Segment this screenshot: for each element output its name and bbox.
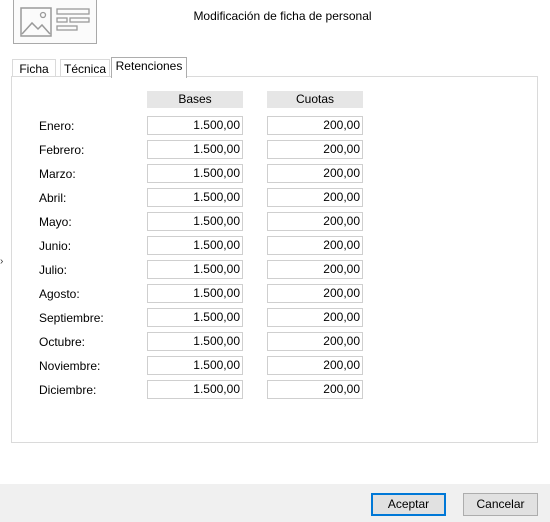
base-input[interactable]: 1.500,00 bbox=[147, 380, 243, 399]
month-label: Agosto: bbox=[39, 287, 80, 301]
month-label: Noviembre: bbox=[39, 359, 101, 373]
month-label: Diciembre: bbox=[39, 383, 97, 397]
base-input[interactable]: 1.500,00 bbox=[147, 308, 243, 327]
cuota-input[interactable]: 200,00 bbox=[267, 164, 363, 183]
base-input[interactable]: 1.500,00 bbox=[147, 284, 243, 303]
window-title: Modificación de ficha de personal bbox=[193, 9, 372, 23]
base-input[interactable]: 1.500,00 bbox=[147, 188, 243, 207]
cuota-input[interactable]: 200,00 bbox=[267, 140, 363, 159]
cuota-input[interactable]: 200,00 bbox=[267, 212, 363, 231]
cuota-input[interactable]: 200,00 bbox=[267, 356, 363, 375]
cuota-input[interactable]: 200,00 bbox=[267, 236, 363, 255]
base-input[interactable]: 1.500,00 bbox=[147, 140, 243, 159]
month-label: Septiembre: bbox=[39, 311, 104, 325]
dialog-footer: Aceptar Cancelar bbox=[0, 484, 550, 522]
tab-ficha[interactable]: Ficha bbox=[12, 59, 56, 77]
cuota-input[interactable]: 200,00 bbox=[267, 188, 363, 207]
month-label: Abril: bbox=[39, 191, 67, 205]
base-input[interactable]: 1.500,00 bbox=[147, 356, 243, 375]
cuota-input[interactable]: 200,00 bbox=[267, 332, 363, 351]
base-input[interactable]: 1.500,00 bbox=[147, 260, 243, 279]
column-header-cuotas: Cuotas bbox=[267, 91, 363, 108]
chevron-right-icon[interactable]: › bbox=[0, 256, 3, 267]
month-label: Febrero: bbox=[39, 143, 85, 157]
tab-retenciones[interactable]: Retenciones bbox=[111, 57, 187, 78]
cancel-button[interactable]: Cancelar bbox=[463, 493, 538, 516]
cuota-input[interactable]: 200,00 bbox=[267, 116, 363, 135]
base-input[interactable]: 1.500,00 bbox=[147, 116, 243, 135]
cuota-input[interactable]: 200,00 bbox=[267, 380, 363, 399]
month-label: Enero: bbox=[39, 119, 75, 133]
tab-tecnica[interactable]: Técnica bbox=[60, 59, 110, 77]
month-label: Julio: bbox=[39, 263, 68, 277]
cuota-input[interactable]: 200,00 bbox=[267, 260, 363, 279]
month-label: Junio: bbox=[39, 239, 72, 253]
base-input[interactable]: 1.500,00 bbox=[147, 212, 243, 231]
base-input[interactable]: 1.500,00 bbox=[147, 236, 243, 255]
column-header-bases: Bases bbox=[147, 91, 243, 108]
base-input[interactable]: 1.500,00 bbox=[147, 164, 243, 183]
month-label: Marzo: bbox=[39, 167, 76, 181]
month-label: Octubre: bbox=[39, 335, 86, 349]
accept-button[interactable]: Aceptar bbox=[371, 493, 446, 516]
month-label: Mayo: bbox=[39, 215, 72, 229]
record-image-icon bbox=[13, 0, 97, 44]
base-input[interactable]: 1.500,00 bbox=[147, 332, 243, 351]
cuota-input[interactable]: 200,00 bbox=[267, 308, 363, 327]
cuota-input[interactable]: 200,00 bbox=[267, 284, 363, 303]
